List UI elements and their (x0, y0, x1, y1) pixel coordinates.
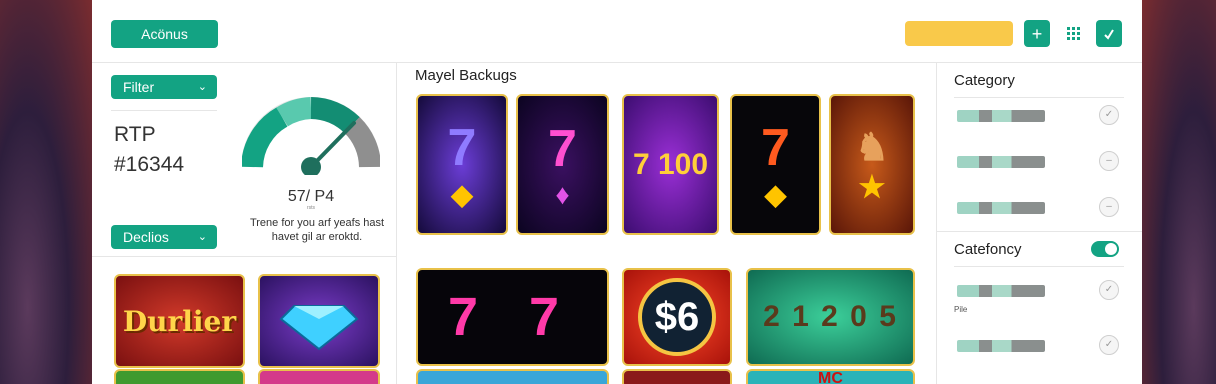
diamond-icon (279, 305, 359, 351)
slot-tile[interactable]: 7 ♦ (516, 94, 609, 235)
gem-icon: ◆ (451, 179, 473, 210)
slot-tile[interactable]: MC (746, 369, 915, 384)
category-item-toggle[interactable]: ✓ (1099, 280, 1119, 300)
background-left (0, 0, 92, 384)
categofency-title: Catefoncy (954, 241, 1022, 258)
divider (111, 110, 217, 111)
category-item-toggle[interactable]: – (1099, 151, 1119, 171)
gauge-description: Trene for you arf yeafs hast havet gil a… (249, 217, 385, 243)
rtp-value: #16344 (114, 153, 185, 176)
rtp-gauge (242, 97, 380, 175)
tile-label: 7 100 (632, 147, 709, 181)
category-item-bar[interactable] (957, 285, 1045, 297)
gauge-subtext: rsts (306, 205, 316, 211)
grid-view-button[interactable] (1060, 20, 1086, 47)
slot-tile[interactable]: 7 ◆ (730, 94, 821, 235)
tile-label: Durlier (122, 304, 237, 338)
pile-label: Pile (954, 305, 968, 314)
top-bar: Acönus + (92, 0, 1142, 63)
category-title: Category (954, 72, 1015, 89)
tile-label: 2 1 2 0 5 (763, 300, 898, 333)
confirm-button[interactable] (1096, 20, 1122, 47)
category-item-toggle[interactable]: – (1099, 197, 1119, 217)
slot-tile[interactable]: 7 ◆ (416, 94, 508, 235)
tile-label: 7 (761, 119, 790, 177)
divider (954, 266, 1124, 267)
tile-label: MC (818, 370, 843, 384)
slot-tile[interactable]: $6 (622, 268, 732, 366)
gem-icon: ◆ (764, 179, 787, 210)
grid-icon (1066, 27, 1080, 40)
slot-tile-beast[interactable]: ♞ ★ (829, 94, 915, 235)
tile-label: 7 (447, 119, 477, 177)
main-content: Mayel Backugs 7 ◆ 7 ♦ 7 100 7 ◆ ♞ ★ 7 7 … (397, 63, 935, 384)
plus-icon: + (1031, 23, 1043, 44)
beast-icon: ♞ (854, 126, 890, 169)
game-tile-durlier[interactable]: Durlier (114, 274, 245, 368)
check-icon (1104, 28, 1114, 40)
filter-label: Filter (123, 79, 155, 95)
tile-label: 7 (548, 119, 577, 178)
category-item-toggle[interactable]: ✓ (1099, 105, 1119, 125)
slot-tile[interactable]: 7 7 (416, 268, 609, 366)
category-item-bar[interactable] (957, 202, 1045, 214)
divider (937, 231, 1142, 232)
game-tile[interactable] (258, 369, 380, 384)
tile-label: 7 7 (447, 287, 578, 347)
section-title: Mayel Backugs (415, 67, 517, 84)
game-tile-diamond[interactable] (258, 274, 380, 368)
slot-tile[interactable]: 2 1 2 0 5 (746, 268, 915, 366)
category-item-toggle[interactable]: ✓ (1099, 335, 1119, 355)
tile-label: $6 (638, 278, 716, 356)
highlight-pill[interactable] (905, 21, 1013, 46)
chevron-down-icon: ⌄ (197, 81, 207, 93)
filter-dropdown[interactable]: Filter ⌄ (111, 75, 217, 99)
divider (954, 97, 1124, 98)
add-button[interactable]: + (1024, 20, 1050, 47)
divider (92, 256, 396, 257)
slot-tile[interactable]: 7 100 (622, 94, 719, 235)
background-right (1142, 0, 1216, 384)
left-panel: Filter ⌄ RTP #16344 57/ P4 rsts Trene fo… (92, 63, 397, 384)
category-item-bar[interactable] (957, 156, 1045, 168)
category-item-bar[interactable] (957, 340, 1045, 352)
gem-icon: ★ (858, 170, 886, 204)
categofency-toggle[interactable] (1091, 241, 1119, 257)
app-window: Acönus + Filter ⌄ RTP #16344 57/ P4 rsts… (92, 0, 1142, 384)
declios-label: Declios (123, 229, 169, 245)
slot-tile[interactable] (416, 369, 609, 384)
game-tile[interactable] (114, 369, 245, 384)
right-panel: Category ✓ – – Catefoncy ✓ Pile ✓ (936, 63, 1142, 384)
declios-dropdown[interactable]: Declios ⌄ (111, 225, 217, 249)
slot-tile[interactable] (622, 369, 732, 384)
actions-button[interactable]: Acönus (111, 20, 218, 48)
chevron-down-icon: ⌄ (197, 231, 207, 243)
rtp-label: RTP (114, 123, 156, 146)
gem-icon: ♦ (555, 178, 570, 210)
category-item-bar[interactable] (957, 110, 1045, 122)
gauge-value: 57/ P4 (287, 188, 335, 205)
